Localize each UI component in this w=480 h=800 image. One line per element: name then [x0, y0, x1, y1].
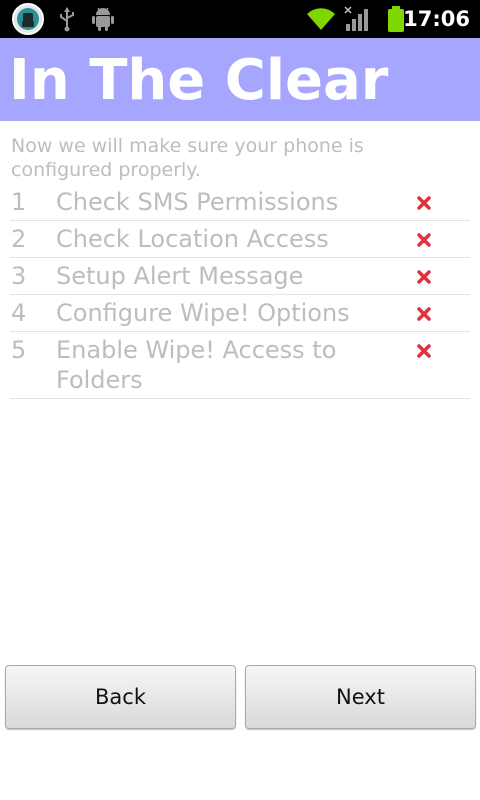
list-item[interactable]: 1 Check SMS Permissions [10, 184, 470, 221]
step-number: 4 [11, 299, 27, 327]
step-number: 2 [11, 225, 27, 253]
step-label: Check Location Access [56, 225, 329, 253]
step-number: 3 [11, 262, 27, 290]
next-button[interactable]: Next [245, 665, 476, 729]
status-bar: 17:06 [0, 0, 480, 38]
list-item[interactable]: 5 Enable Wipe! Access to Folders [10, 332, 470, 399]
step-number: 5 [11, 336, 27, 364]
incomplete-x-icon [415, 342, 433, 360]
back-button[interactable]: Back [5, 665, 236, 729]
step-label: Check SMS Permissions [56, 188, 339, 216]
app-notification-icon[interactable] [10, 0, 46, 38]
incomplete-x-icon [415, 231, 433, 249]
incomplete-x-icon [415, 268, 433, 286]
step-number: 1 [11, 188, 27, 216]
list-item[interactable]: 2 Check Location Access [10, 221, 470, 258]
list-item[interactable]: 4 Configure Wipe! Options [10, 295, 470, 332]
wifi-icon [304, 0, 338, 38]
setup-steps-list: 1 Check SMS Permissions 2 Check Location… [10, 184, 470, 399]
intro-text: Now we will make sure your phone is conf… [11, 135, 364, 181]
title-banner: In The Clear [0, 38, 480, 121]
usb-icon [55, 0, 79, 38]
step-label: Enable Wipe! Access to Folders [56, 336, 337, 394]
page-title: In The Clear [9, 48, 389, 113]
status-time: 17:06 [403, 7, 470, 31]
android-debug-icon [90, 0, 116, 38]
incomplete-x-icon [415, 305, 433, 323]
incomplete-x-icon [415, 194, 433, 212]
list-item[interactable]: 3 Setup Alert Message [10, 258, 470, 295]
cell-signal-icon [344, 0, 372, 38]
step-label: Setup Alert Message [56, 262, 304, 290]
step-label: Configure Wipe! Options [56, 299, 350, 327]
